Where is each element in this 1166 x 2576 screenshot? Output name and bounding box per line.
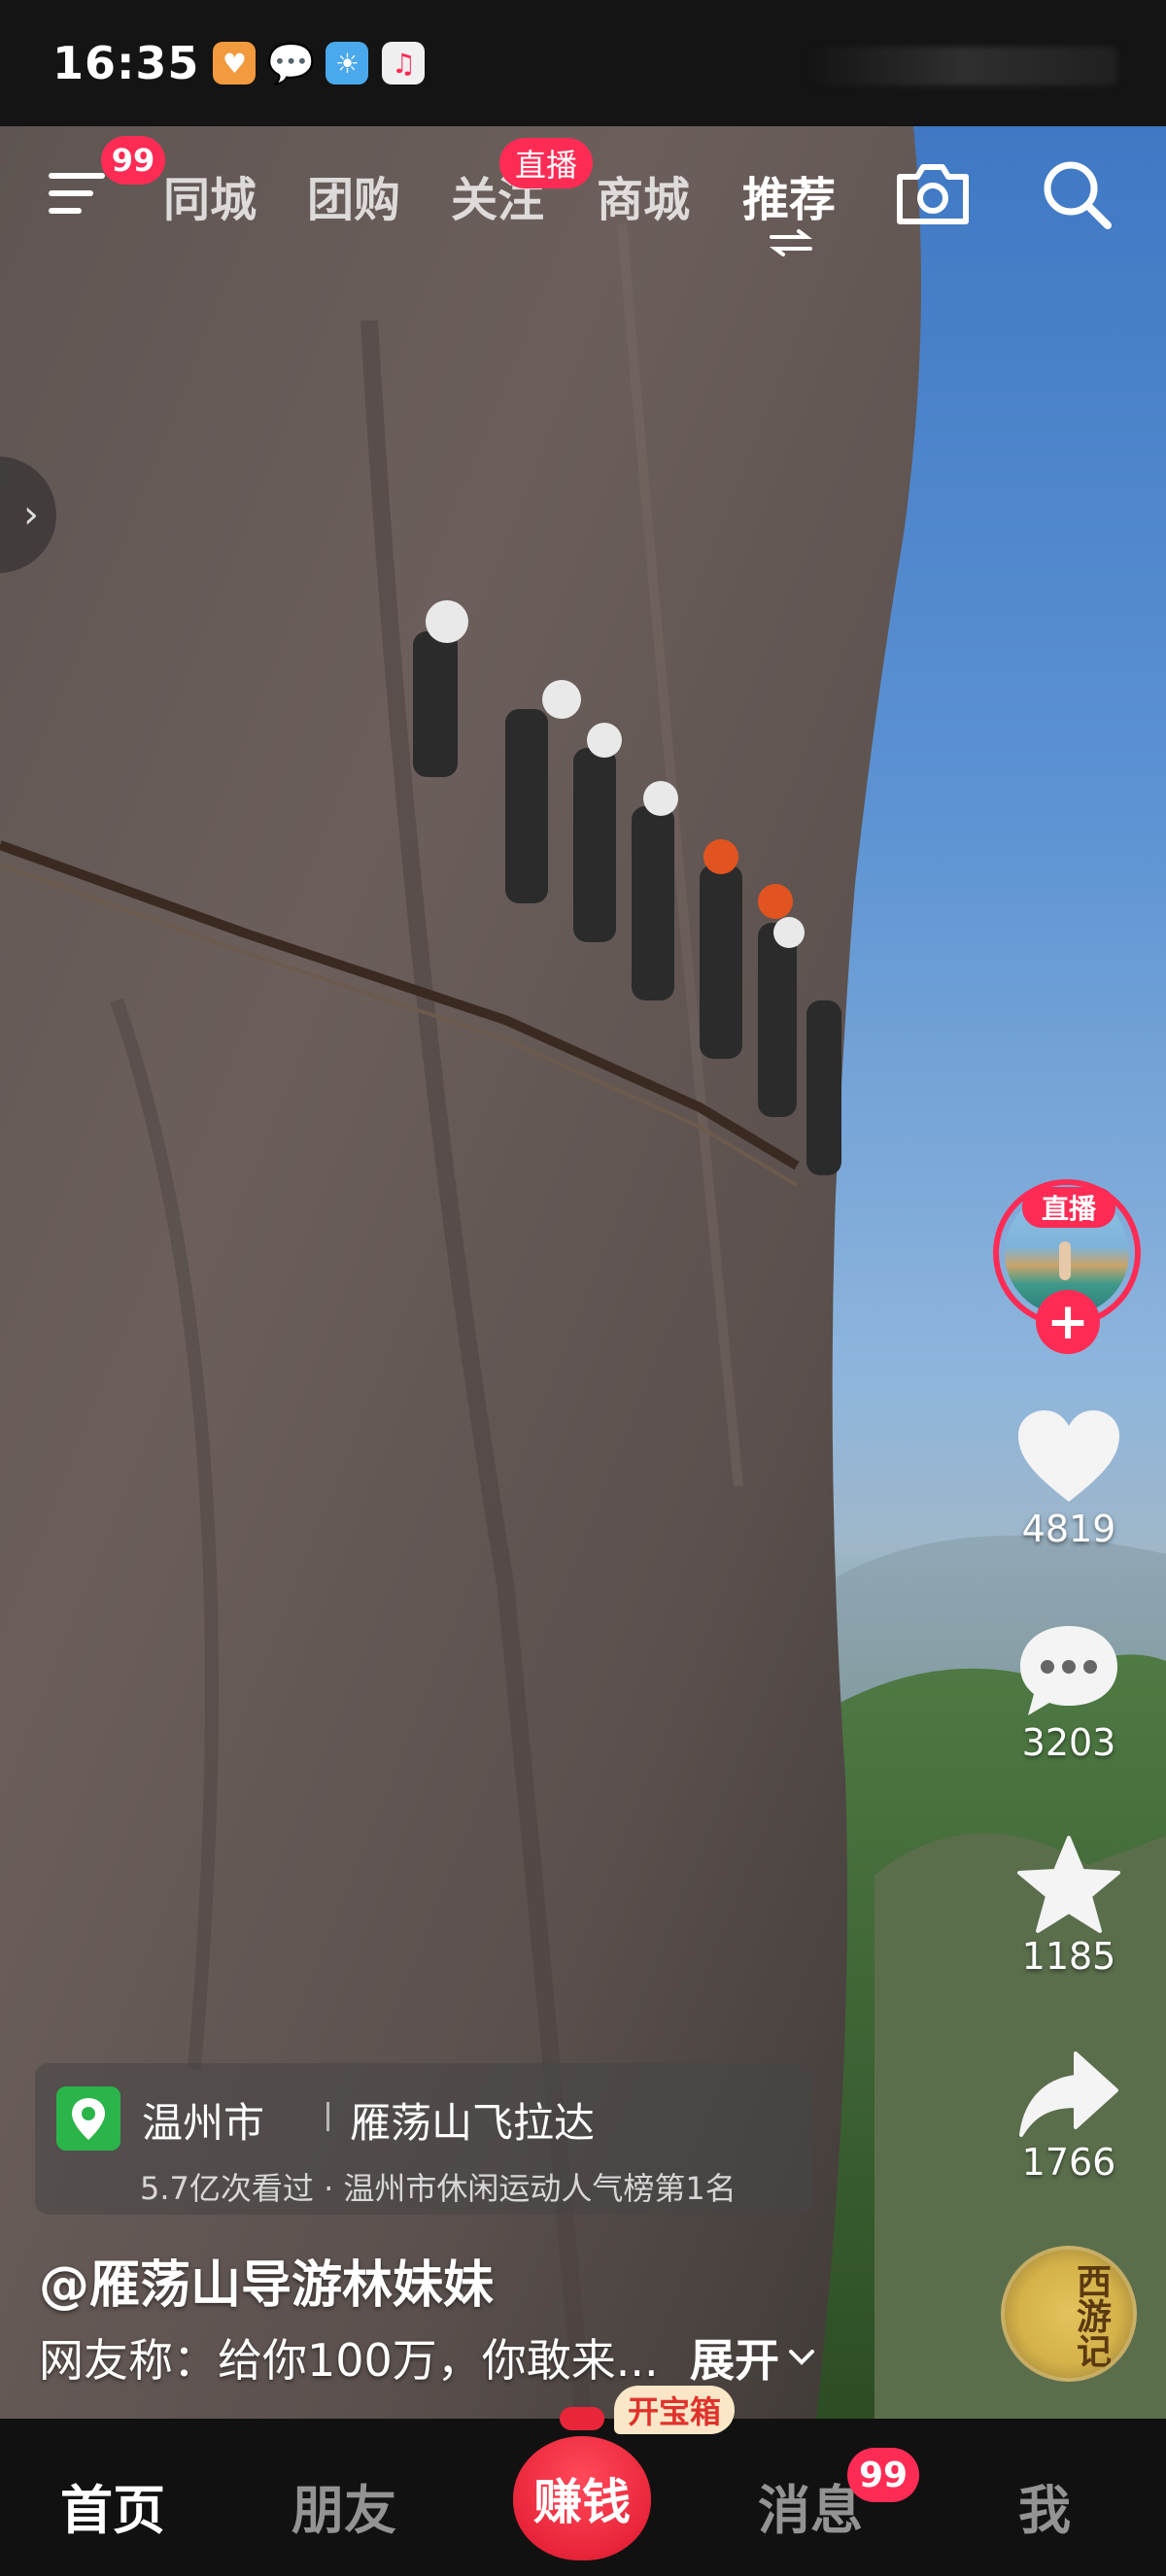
nav-me[interactable]: 我 <box>1018 2467 1071 2544</box>
heart-icon <box>1018 1410 1119 1502</box>
share-arrow-icon <box>1019 2051 1118 2137</box>
music-icon: ♫ <box>382 42 426 85</box>
tab-mall[interactable]: 商城 <box>597 161 690 229</box>
earn-bag-knot <box>560 2407 604 2430</box>
tab-recommend[interactable]: 推荐 <box>742 161 836 229</box>
star-icon <box>1017 1836 1120 1933</box>
search-icon[interactable] <box>1038 155 1115 233</box>
avatar-live-badge: 直播 <box>1022 1187 1115 1228</box>
comment-count: 3203 <box>1021 1721 1116 1764</box>
location-city: 温州市 <box>142 2099 265 2147</box>
tab-nearby[interactable]: 同城 <box>163 161 257 229</box>
chevron-right-icon: › <box>23 492 39 537</box>
location-subtitle: 5.7亿次看过 · 温州市休闲运动人气榜第1名 <box>140 2170 737 2207</box>
app-heart-icon: ♥ <box>213 42 257 85</box>
comment-icon <box>1020 1626 1117 1715</box>
bottom-nav: 首页 朋友 赚钱 消息 我 <box>0 2419 1166 2576</box>
tab-group-buy[interactable]: 团购 <box>307 161 400 229</box>
message-badge: 99 <box>847 2448 920 2502</box>
chevron-down-icon <box>789 2350 814 2365</box>
system-status-icons <box>806 47 1117 85</box>
favorite-button[interactable]: 1185 <box>981 1834 1156 1978</box>
nav-home[interactable]: 首页 <box>60 2467 165 2544</box>
camera-icon[interactable] <box>894 159 972 227</box>
share-button[interactable]: 1766 <box>981 2048 1156 2184</box>
location-divider <box>326 2102 329 2131</box>
expand-label: 展开 <box>690 2334 779 2387</box>
top-nav: 99 同城 团购 关注 直播 商城 推荐 <box>0 136 1166 256</box>
favorite-count: 1185 <box>1021 1935 1116 1978</box>
expand-caption-button[interactable]: 展开 <box>690 2325 816 2390</box>
video-caption: 网友称：给你100万，你敢来... <box>39 2334 659 2387</box>
notification-icons: ♥ 💬 ☀ ♫ <box>213 41 426 86</box>
nav-friends[interactable]: 朋友 <box>292 2467 396 2544</box>
status-time: 16:35 <box>52 37 200 89</box>
author-handle[interactable]: @雁荡山导游林妹妹 <box>39 2244 494 2317</box>
location-spot: 雁荡山飞拉达 <box>350 2099 596 2147</box>
follow-button[interactable]: + <box>1036 1290 1100 1354</box>
status-bar: 16:35 ♥ 💬 ☀ ♫ <box>0 0 1166 126</box>
open-treasure-badge[interactable]: 开宝箱 <box>614 2386 736 2434</box>
like-count: 4819 <box>1021 1508 1116 1550</box>
music-disc[interactable]: 西游记 <box>1001 2246 1137 2382</box>
wechat-icon: 💬 <box>266 41 316 86</box>
following-live-badge: 直播 <box>499 138 594 188</box>
like-button[interactable]: 4819 <box>981 1407 1156 1550</box>
weather-icon: ☀ <box>326 42 369 85</box>
earn-money-button[interactable]: 赚钱 <box>513 2436 651 2560</box>
music-disc-text: 西游记 <box>1071 2263 1111 2368</box>
switch-arrows-icon <box>770 229 812 256</box>
share-count: 1766 <box>1021 2141 1116 2184</box>
location-pin-icon <box>56 2086 120 2151</box>
menu-button[interactable] <box>49 167 111 220</box>
comment-button[interactable]: 3203 <box>981 1620 1156 1764</box>
location-card[interactable]: 温州市 雁荡山飞拉达 5.7亿次看过 · 温州市休闲运动人气榜第1名 <box>35 2063 812 2215</box>
earn-money-label: 赚钱 <box>533 2474 631 2530</box>
menu-badge: 99 <box>101 136 165 185</box>
